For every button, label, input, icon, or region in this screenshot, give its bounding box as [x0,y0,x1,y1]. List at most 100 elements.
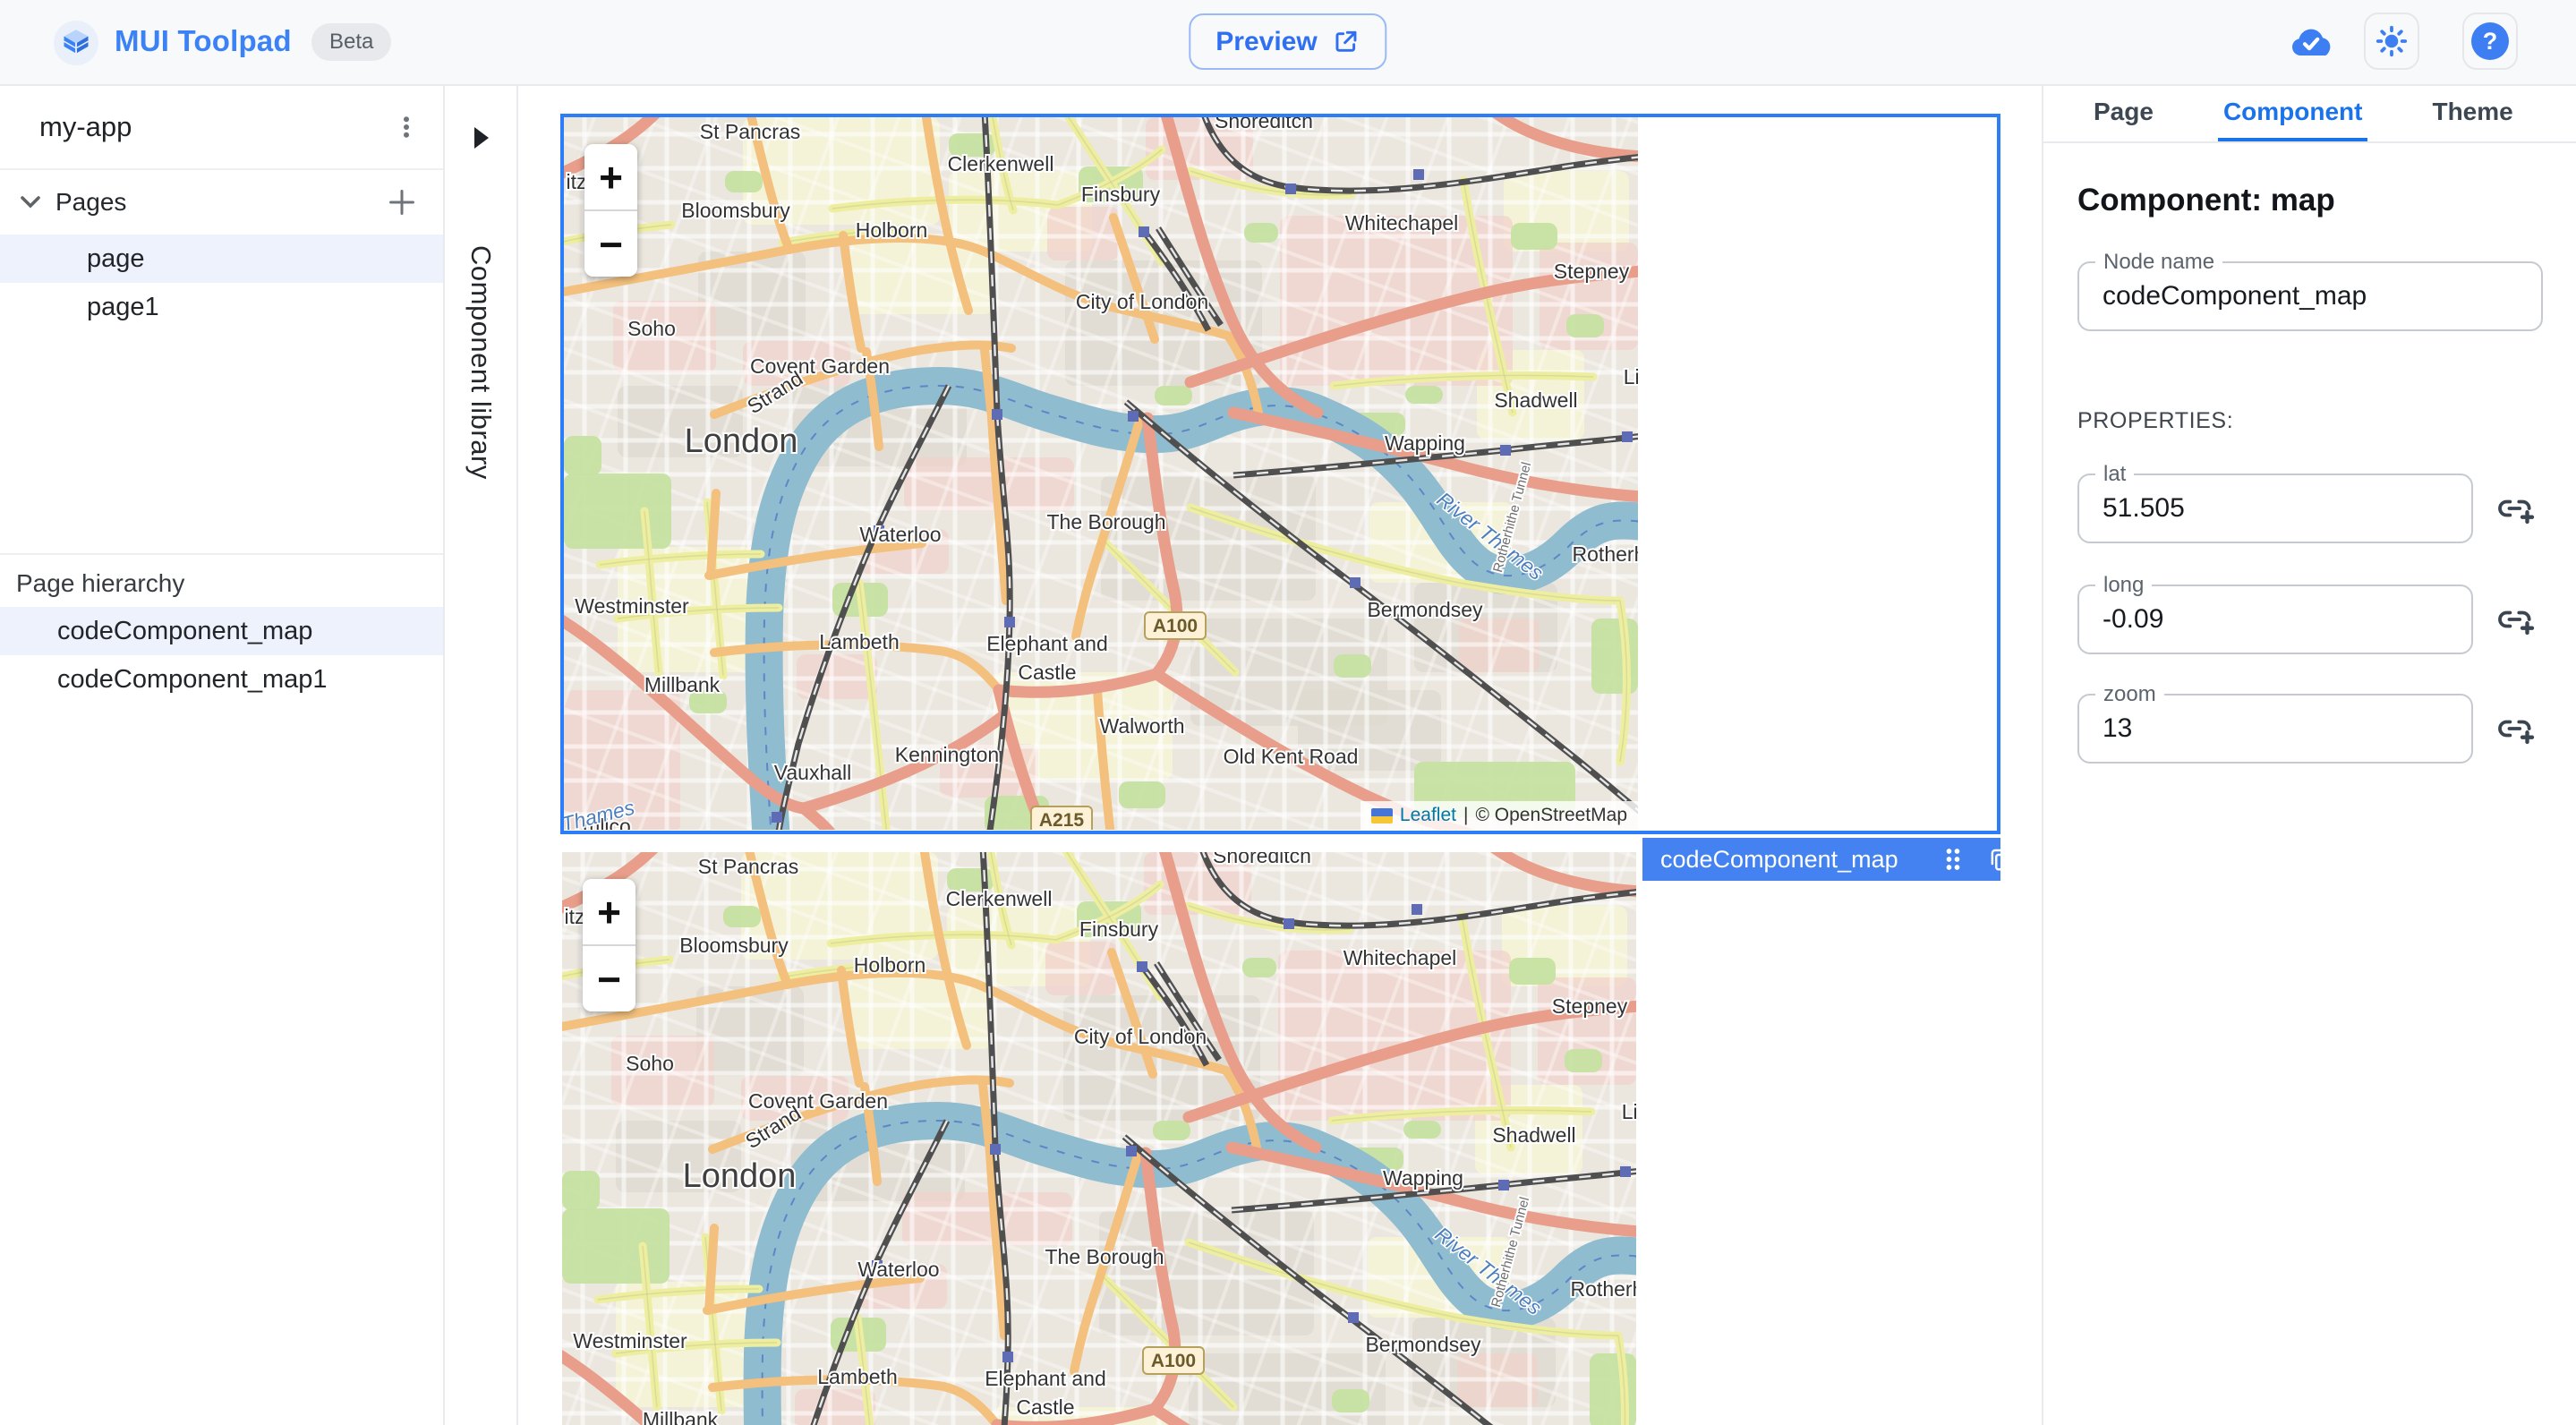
sync-saved-cloud-icon [2288,23,2334,63]
map-component-codeComponent_map1[interactable]: Shoreditch St Pancras itz Clerkenwell Finsbu… [562,852,1636,1425]
tab-page[interactable]: Page [2088,86,2159,141]
zoom-in-button[interactable]: + [584,144,637,209]
bind-property-icon[interactable] [2496,491,2536,526]
app-name: my-app [39,111,132,142]
component-heading: Component: map [2077,183,2335,218]
sidebar-item-page[interactable]: page [0,235,443,283]
chevron-down-icon [20,195,41,209]
long-field: long [2077,573,2473,654]
map-place-label: Kennington [895,743,999,766]
openstreetmap-tiles: ShoreditchSt PancrasitzClerkenwellFinsbu… [564,117,1638,830]
map-place-label: Bloomsbury [679,934,789,957]
map-place-label: Bermondsey [1367,598,1483,621]
openstreetmap-tiles: ShoreditchSt PancrasitzClerkenwellFinsbu… [562,852,1636,1425]
component-library-panel: Component library [445,86,518,1425]
bind-property-icon[interactable] [2496,602,2536,637]
map-place-label: Soho [627,317,676,340]
map-place-label: Whitechapel [1345,211,1459,235]
map-place-label: Shoreditch [1213,852,1311,867]
open-in-new-icon [1332,28,1361,56]
page-editor-canvas: Shoreditch St Pancras itz Clerkenwell Finsbu… [518,86,2042,1425]
map-place-label: Shadwell [1492,1123,1575,1147]
component-library-label[interactable]: Component library [465,245,497,480]
map-place-label: Holborn [856,218,928,242]
rail-station-marker [1002,1352,1013,1362]
map-place-label: Whitechapel [1343,946,1457,969]
map-place-label: City of London [1074,1025,1207,1048]
selected-component-toolbar: codeComponent_map [1642,838,2042,881]
map-place-label: Elephant and [986,632,1108,655]
map-place-label: Wapping [1383,1166,1463,1190]
map-place-label: Shoreditch [1215,117,1313,132]
drag-handle-icon[interactable] [1941,846,1965,873]
ukraine-flag-icon [1370,807,1393,823]
map-place-label: Shadwell [1494,388,1577,412]
preview-button-label: Preview [1215,26,1318,56]
duplicate-component-button[interactable] [1986,846,2013,873]
map-place-label: Wapping [1385,431,1465,455]
map-place-label: Finsbury [1081,183,1161,206]
node-name-label: Node name [2095,250,2223,275]
map-place-label: Limehouse [1622,1100,1636,1123]
component-library-expand-button[interactable] [445,111,518,165]
add-page-button[interactable] [388,188,416,217]
map-place-label: The Borough [1045,1245,1164,1268]
map-place-label: Old Kent Road [1224,745,1359,768]
rail-station-marker [1126,1146,1137,1156]
rail-station-marker [1413,169,1424,180]
zoom-in-button[interactable]: + [583,879,635,944]
delete-component-button[interactable] [2034,846,2042,873]
rail-station-marker [1285,183,1296,194]
zoom-out-button[interactable]: − [584,211,637,277]
inspector-panel: Page Component Theme Component: map Node… [2042,86,2576,1425]
map-place-label: St Pancras [698,855,799,878]
hierarchy-item-codeComponent_map[interactable]: codeComponent_map [0,607,443,655]
lat-field: lat [2077,462,2473,543]
map-component-codeComponent_map[interactable]: Shoreditch St Pancras itz Clerkenwell Finsbu… [564,117,1638,830]
zoom-out-button[interactable]: − [583,946,635,1011]
help-icon: ? [2471,22,2509,60]
app-menu-kebab-icon[interactable] [393,114,420,141]
map-place-label: London [683,1157,797,1195]
sidebar-item-page1[interactable]: page1 [0,283,443,331]
toolpad-logo-icon [54,21,98,65]
map-place-label: Walworth [1100,714,1185,738]
map-place-label: Waterloo [857,1258,939,1281]
zoom-field: zoom [2077,682,2473,764]
node-name-field: Node name [2077,250,2543,331]
rail-station-marker [1500,445,1511,456]
rail-station-marker [1498,1180,1509,1190]
map-place-label: Stepney [1554,260,1630,283]
map-place-label: London [685,422,798,460]
sidebar-item-label: page1 [87,292,159,321]
map-place-label: Westminster [575,594,689,618]
preview-button[interactable]: Preview [1189,13,1387,70]
sidebar-item-label: page [87,243,145,273]
help-button[interactable]: ? [2462,13,2518,70]
theme-toggle-button[interactable] [2364,13,2419,70]
lat-input[interactable] [2079,475,2471,542]
map-place-label: Finsbury [1079,917,1159,941]
property-row-zoom: zoom [2077,682,2542,764]
leaflet-link[interactable]: Leaflet [1400,805,1456,826]
selected-component-name: codeComponent_map [1660,845,1898,873]
map-place-label: Bloomsbury [681,199,790,222]
road-ref-label: A100 [1151,1351,1196,1371]
tab-theme[interactable]: Theme [2427,86,2518,141]
rail-station-marker [1128,411,1139,422]
map-place-label: Elephant and [985,1367,1106,1390]
rail-station-marker [990,1144,1001,1155]
inspector-tabbar: Page Component Theme [2043,86,2576,143]
map-place-label: City of London [1076,290,1208,313]
map-place-label: Clerkenwell [948,152,1054,175]
hierarchy-item-codeComponent_map1[interactable]: codeComponent_map1 [0,655,443,704]
map-place-label: Soho [626,1052,674,1075]
map-place-label: Lambeth [817,1365,898,1388]
map-place-label: Castle [1016,1395,1074,1419]
app-name-row: my-app [0,86,443,168]
map-place-label: Westminster [573,1329,687,1352]
pages-section-header[interactable]: Pages [0,170,443,235]
bind-property-icon[interactable] [2496,711,2536,747]
tab-component[interactable]: Component [2217,86,2368,141]
map-place-label: Covent Garden [750,354,890,378]
